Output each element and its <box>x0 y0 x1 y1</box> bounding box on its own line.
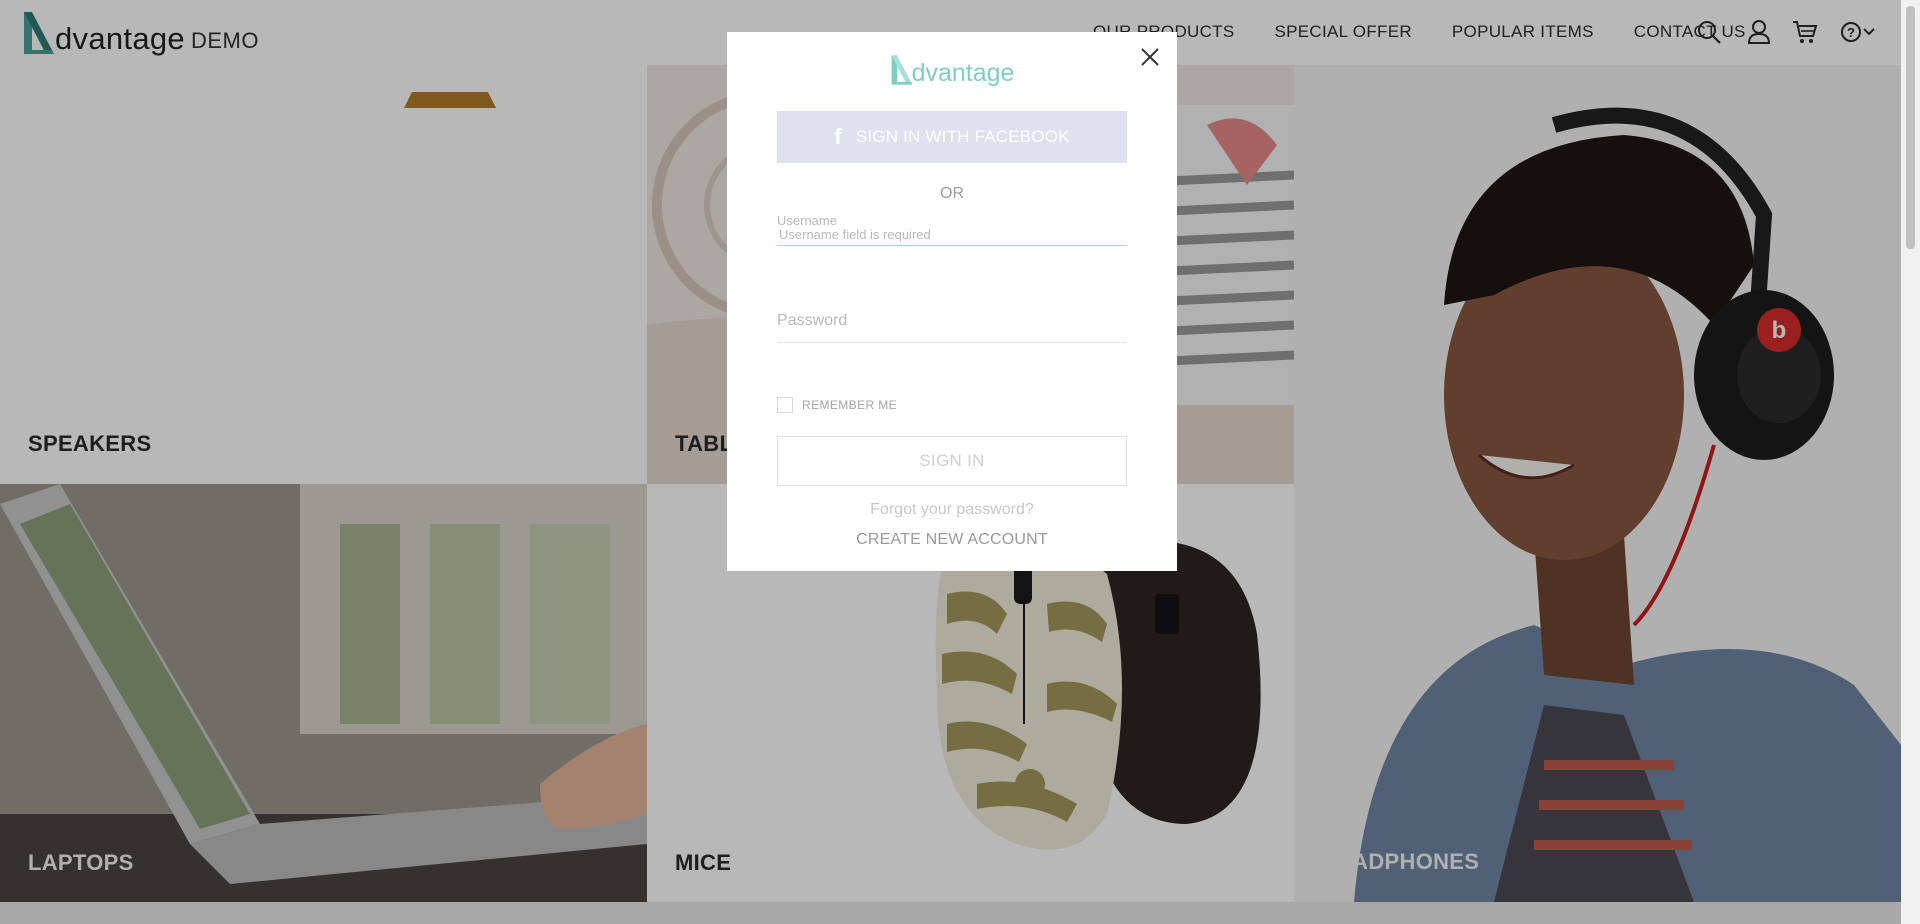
remember-me-checkbox[interactable] <box>777 397 793 413</box>
facebook-icon: f <box>834 124 842 149</box>
modal-logo-wordmark: dvantage <box>911 59 1015 87</box>
modal-logo: dvantage <box>727 54 1177 86</box>
logo-a-icon <box>891 55 912 85</box>
password-field[interactable]: Password <box>777 312 1127 343</box>
remember-me-label: REMEMBER ME <box>802 398 898 412</box>
page-scrollbar[interactable] <box>1901 0 1920 924</box>
sign-in-with-facebook-button[interactable]: f SIGN IN WITH FACEBOOK <box>777 111 1127 163</box>
create-new-account-link[interactable]: CREATE NEW ACCOUNT <box>727 531 1177 549</box>
sign-in-button[interactable]: SIGN IN <box>777 436 1127 486</box>
login-modal: dvantage f SIGN IN WITH FACEBOOK OR User… <box>727 32 1177 571</box>
sign-in-button-label: SIGN IN <box>919 451 985 470</box>
forgot-password-link[interactable]: Forgot your password? <box>727 501 1177 519</box>
facebook-button-label: SIGN IN WITH FACEBOOK <box>855 127 1070 146</box>
username-field[interactable]: Username Username field is required <box>777 213 1127 246</box>
remember-me-option[interactable]: REMEMBER ME <box>777 397 897 413</box>
or-divider: OR <box>940 185 964 202</box>
scrollbar-thumb[interactable] <box>1906 6 1915 249</box>
